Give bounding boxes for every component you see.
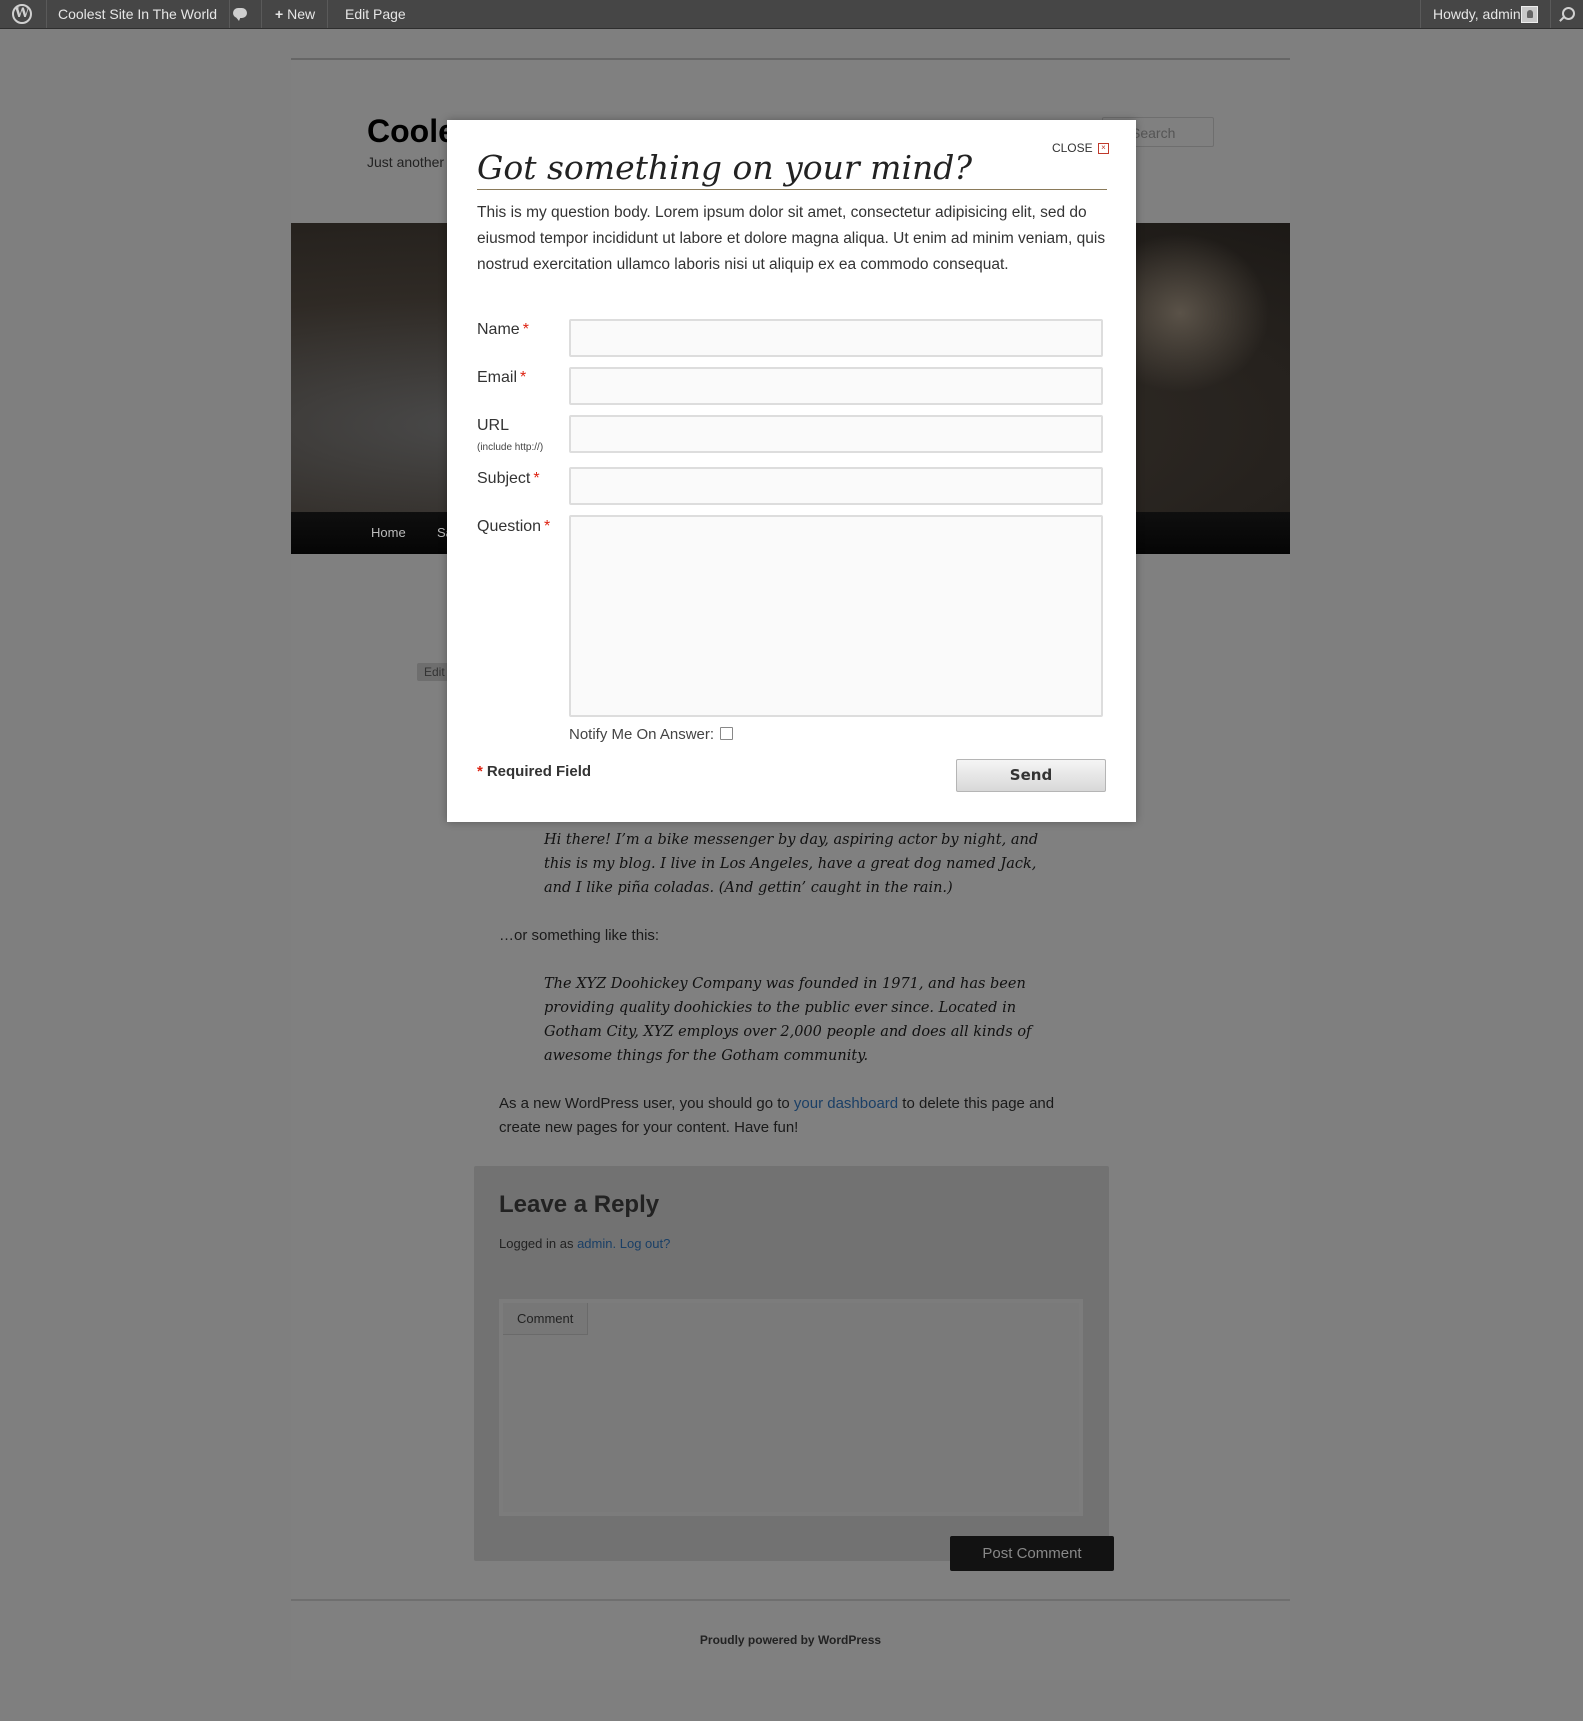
paragraph-new-user: As a new WordPress user, you should go t… <box>499 1092 1059 1140</box>
required-mark: * <box>520 369 527 386</box>
site-description: Just another <box>367 154 445 170</box>
site-title[interactable]: Coole <box>367 113 456 150</box>
wordpress-menu[interactable]: W <box>0 0 47 28</box>
page-top-border <box>291 58 1290 60</box>
wordpress-logo-icon: W <box>12 4 32 24</box>
subject-label-text: Subject <box>477 470 531 487</box>
nav-item-home[interactable]: Home <box>371 512 406 554</box>
comments-link[interactable] <box>221 0 262 28</box>
admin-bar: W Coolest Site In The World + New Edit P… <box>0 0 1583 29</box>
footer-divider <box>291 1599 1290 1601</box>
comment-label: Comment <box>503 1303 589 1335</box>
send-button[interactable]: Send <box>956 759 1106 792</box>
url-hint: (include http://) <box>477 442 544 453</box>
quote-bike-messenger: Hi there! I’m a bike messenger by day, a… <box>544 832 1039 896</box>
new-content-link[interactable]: + New <box>263 0 329 28</box>
question-modal: CLOSE × Got something on your mind? This… <box>447 120 1136 822</box>
name-field[interactable] <box>569 319 1103 357</box>
url-field[interactable] <box>569 415 1103 453</box>
subject-label: Subject * <box>477 470 540 488</box>
name-label-text: Name <box>477 321 520 338</box>
required-mark: * <box>533 470 540 487</box>
notify-label: Notify Me On Answer: <box>569 726 715 743</box>
plus-icon: + <box>275 6 284 22</box>
new-user-text: As a new WordPress user, you should go t… <box>499 1095 794 1112</box>
question-textarea[interactable] <box>569 515 1103 717</box>
question-label-text: Question <box>477 518 542 535</box>
avatar <box>1521 6 1538 23</box>
required-mark: * <box>522 321 529 338</box>
required-mark: * <box>477 763 483 780</box>
required-field-note: * Required Field <box>477 763 591 780</box>
required-mark: * <box>544 518 551 535</box>
new-label: New <box>287 6 316 22</box>
question-label: Question * <box>477 518 550 536</box>
required-field-text: Required Field <box>486 763 592 780</box>
url-label: URL <box>477 417 510 434</box>
name-label: Name * <box>477 321 529 339</box>
account-menu[interactable]: Howdy, admin <box>1420 0 1567 28</box>
subject-field[interactable] <box>569 467 1103 505</box>
paragraph-or-something: …or something like this: <box>499 927 660 944</box>
edit-page-link[interactable]: Edit Page <box>333 0 418 28</box>
comment-bubble-icon <box>233 8 247 21</box>
email-field[interactable] <box>569 367 1103 405</box>
modal-body-text: This is my question body. Lorem ipsum do… <box>477 204 1106 273</box>
dashboard-link[interactable]: your dashboard <box>794 1095 898 1112</box>
post-comment-button[interactable]: Post Comment <box>950 1536 1114 1571</box>
footer-credit-link[interactable]: Proudly powered by WordPress <box>291 1633 1290 1647</box>
comment-textarea[interactable]: Comment <box>499 1299 1083 1516</box>
admin-profile-link[interactable]: admin <box>577 1236 612 1251</box>
notify-checkbox[interactable] <box>720 726 734 740</box>
email-label: Email * <box>477 369 526 387</box>
site-name-link[interactable]: Coolest Site In The World <box>46 0 231 28</box>
modal-title: Got something on your mind? <box>477 148 1107 190</box>
comment-form-section: Leave a Reply Logged in as admin. Log ou… <box>474 1166 1109 1561</box>
quote-xyz-company: The XYZ Doohickey Company was founded in… <box>544 976 1032 1064</box>
howdy-label: Howdy, admin <box>1433 6 1521 22</box>
search-icon <box>1562 7 1575 20</box>
logged-in-prefix: Logged in as <box>499 1236 578 1251</box>
logged-in-text: Logged in as admin. Log out? <box>499 1236 671 1251</box>
notify-option: Notify Me On Answer: <box>569 726 734 743</box>
leave-reply-heading: Leave a Reply <box>499 1191 660 1218</box>
logout-link[interactable]: Log out? <box>620 1236 671 1251</box>
email-label-text: Email <box>477 369 518 386</box>
